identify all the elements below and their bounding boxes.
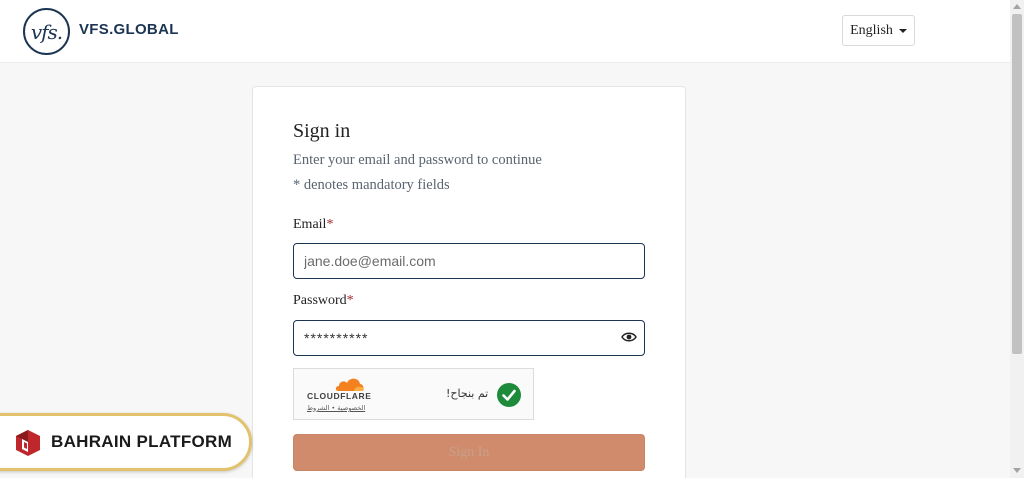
scrollbar-thumb[interactable] (1012, 14, 1022, 354)
cloudflare-cloud-icon (335, 378, 364, 391)
vfs-logo-text[interactable]: VFS.GLOBAL (79, 21, 179, 38)
bahrain-platform-badge: BAHRAIN PLATFORM (0, 413, 252, 471)
mandatory-note: * denotes mandatory fields (293, 177, 450, 193)
caret-down-icon (898, 28, 907, 33)
password-label-text: Password (293, 293, 347, 308)
bahrain-platform-text: BAHRAIN PLATFORM (51, 432, 233, 451)
signin-button[interactable]: Sign In (293, 434, 645, 471)
email-label: Email* (293, 217, 333, 233)
page-title: Sign in (293, 120, 351, 142)
signin-subtitle: Enter your email and password to continu… (293, 152, 542, 168)
captcha-status-text: تم بنجاح! (446, 387, 489, 400)
required-marker: * (346, 293, 354, 308)
success-check-icon (497, 383, 521, 407)
password-field[interactable] (293, 320, 645, 356)
vfs-logo-mark[interactable]: vfs. (23, 8, 70, 55)
cloudflare-brand: CLOUDFLARE (307, 391, 372, 401)
cloudflare-links[interactable]: الخصوصية • الشروط (307, 404, 365, 412)
scrollbar[interactable] (1010, 0, 1024, 478)
eye-icon[interactable] (621, 331, 637, 343)
email-label-text: Email (293, 217, 327, 232)
email-field[interactable] (293, 243, 645, 279)
cloudflare-captcha[interactable]: CLOUDFLARE الخصوصية • الشروط تم بنجاح! (293, 368, 534, 420)
top-bar: vfs. VFS.GLOBAL English (0, 0, 1010, 63)
language-dropdown[interactable]: English (842, 15, 915, 46)
bahrain-platform-logo-icon (16, 430, 40, 456)
signin-card: Sign in Enter your email and password to… (252, 86, 686, 478)
scroll-down-arrow-icon[interactable] (1013, 468, 1021, 473)
password-label: Password* (293, 293, 354, 309)
language-label: English (850, 22, 893, 38)
scroll-up-arrow-icon[interactable] (1013, 4, 1021, 9)
required-marker: * (326, 217, 334, 232)
